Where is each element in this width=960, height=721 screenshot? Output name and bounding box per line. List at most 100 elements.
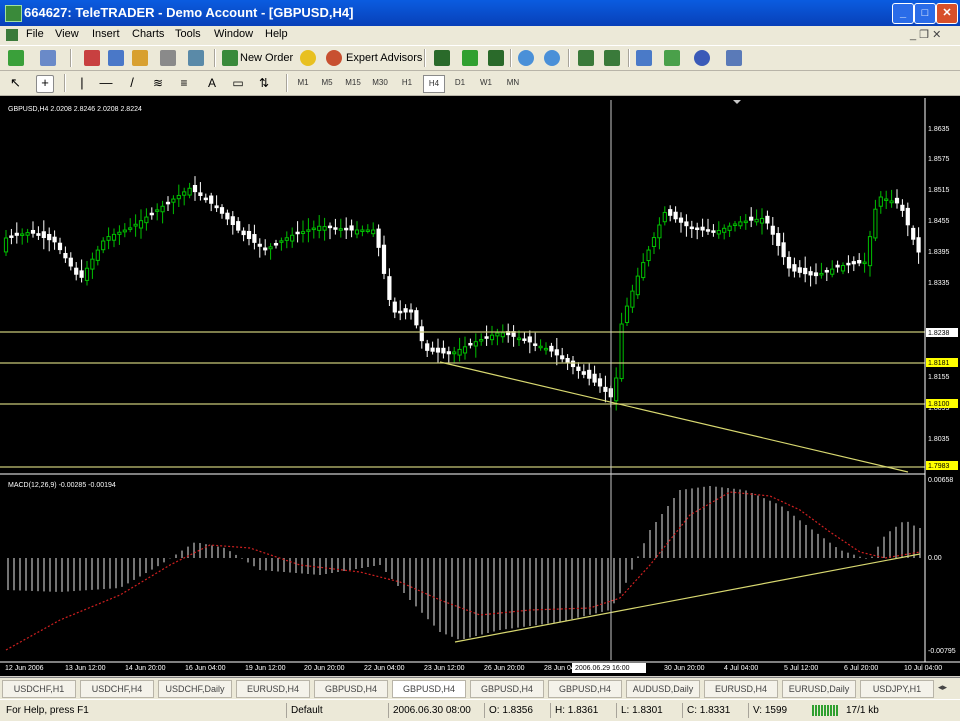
candle-body	[543, 347, 549, 351]
indicators-icon[interactable]	[664, 50, 680, 66]
expert-advisors-button[interactable]: Expert Advisors	[346, 52, 422, 64]
autoscroll-icon[interactable]	[636, 50, 652, 66]
candle-body	[182, 191, 187, 196]
candle-body	[705, 229, 711, 232]
candle-body	[743, 220, 748, 224]
cursor-icon[interactable]: ↖	[10, 75, 26, 91]
candle-body	[457, 348, 462, 356]
tab-gbpusd-h4-2[interactable]: GBPUSD,H4	[392, 680, 466, 698]
status-open: O: 1.8356	[484, 703, 533, 718]
zoom-out-icon[interactable]	[544, 50, 560, 66]
timeframe-h1[interactable]: H1	[398, 75, 416, 91]
timeframe-m30[interactable]: M30	[368, 75, 392, 91]
terminal-icon[interactable]	[160, 50, 176, 66]
macd-tick: -0.00795	[928, 648, 956, 655]
fibonacci-icon[interactable]: ≡	[176, 75, 192, 91]
tab-usdchf-daily[interactable]: USDCHF,Daily	[158, 680, 232, 698]
timeframe-m15[interactable]: M15	[342, 75, 364, 91]
candle-body	[576, 366, 581, 371]
candle-body	[527, 336, 532, 343]
trendline-icon[interactable]: /	[124, 75, 140, 91]
chart-shift-icon[interactable]	[604, 50, 620, 66]
candle-body	[867, 236, 873, 267]
menu-window[interactable]: Window	[214, 28, 253, 40]
tab-scroll-arrows[interactable]: ◂▸	[938, 682, 947, 693]
tab-eurusd-h4[interactable]: EURUSD,H4	[236, 680, 310, 698]
text-icon[interactable]: A	[204, 75, 220, 91]
menu-file[interactable]: File	[26, 28, 44, 40]
timeframe-w1[interactable]: W1	[476, 75, 496, 91]
candlestick-icon[interactable]	[462, 50, 478, 66]
tab-gbpusd-h4-3[interactable]: GBPUSD,H4	[470, 680, 544, 698]
new-order-icon[interactable]	[222, 50, 238, 66]
candle-body	[68, 257, 73, 267]
tab-usdjpy-h1[interactable]: USDJPY,H1	[860, 680, 934, 698]
candle-body	[430, 347, 435, 352]
tab-audusd-daily[interactable]: AUDUSD,Daily	[626, 680, 700, 698]
arrows-icon[interactable]: ⇅	[256, 75, 272, 91]
expert-advisors-icon[interactable]	[326, 50, 342, 66]
minimize-button[interactable]: _	[892, 3, 914, 24]
candle-body	[668, 209, 673, 216]
timeframe-m5[interactable]: M5	[318, 75, 336, 91]
tab-gbpusd-h4-4[interactable]: GBPUSD,H4	[548, 680, 622, 698]
crosshair-icon[interactable]: +	[36, 75, 54, 93]
timeframe-mn[interactable]: MN	[502, 75, 524, 91]
tab-usdchf-h1[interactable]: USDCHF,H1	[2, 680, 76, 698]
tab-eurusd-daily[interactable]: EURUSD,Daily	[782, 680, 856, 698]
candle-body	[533, 343, 538, 346]
periods-icon[interactable]	[694, 50, 710, 66]
new-order-button[interactable]: New Order	[240, 52, 293, 64]
date-tick: 19 Jun 12:00	[245, 665, 286, 672]
date-tick: 30 Jun 20:00	[664, 665, 705, 672]
line-chart-icon[interactable]	[488, 50, 504, 66]
menu-help[interactable]: Help	[265, 28, 288, 40]
mdi-window-controls[interactable]: _ ❐ ✕	[910, 28, 941, 41]
tab-usdchf-h4[interactable]: USDCHF,H4	[80, 680, 154, 698]
candle-body	[727, 225, 732, 231]
tab-eurusd-h4-2[interactable]: EURUSD,H4	[704, 680, 778, 698]
close-button[interactable]: ✕	[936, 3, 958, 24]
candle-body	[419, 326, 424, 342]
navigator-icon[interactable]	[108, 50, 124, 66]
date-tick: 5 Jul 12:00	[784, 665, 818, 672]
candle-body	[500, 332, 505, 338]
price-chart[interactable]: GBPUSD,H4 2.0208 2.8246 2.0208 2.8224 MA…	[0, 96, 960, 676]
date-tick: 26 Jun 20:00	[484, 665, 525, 672]
candle-body	[808, 271, 813, 276]
tester-icon[interactable]	[188, 50, 204, 66]
candle-body	[387, 276, 392, 300]
label-icon[interactable]: ▭	[230, 75, 246, 91]
menu-tools[interactable]: Tools	[175, 28, 201, 40]
candle-body	[711, 230, 716, 233]
menu-charts[interactable]: Charts	[132, 28, 164, 40]
timeframe-h4[interactable]: H4	[423, 75, 445, 93]
candle-body	[198, 192, 203, 196]
menu-view[interactable]: View	[55, 28, 79, 40]
horizontal-line-icon[interactable]: —	[98, 75, 114, 91]
metaeditor-icon[interactable]	[300, 50, 316, 66]
maximize-button[interactable]: □	[914, 3, 936, 24]
vertical-line-icon[interactable]: |	[74, 75, 90, 91]
tab-gbpusd-h4-1[interactable]: GBPUSD,H4	[314, 680, 388, 698]
templates-icon[interactable]	[726, 50, 742, 66]
candle-body	[646, 249, 651, 262]
bar-chart-icon[interactable]	[434, 50, 450, 66]
menu-insert[interactable]: Insert	[92, 28, 120, 40]
zoom-in-icon[interactable]	[518, 50, 534, 66]
candle-body	[203, 197, 208, 201]
chart-window[interactable]: GBPUSD,H4 2.0208 2.8246 2.0208 2.8224 MA…	[0, 96, 960, 676]
profiles-icon[interactable]	[40, 50, 56, 66]
candle-body	[349, 225, 354, 231]
channel-icon[interactable]: ≋	[150, 75, 166, 91]
new-chart-icon[interactable]	[8, 50, 24, 66]
candle-body	[41, 231, 46, 239]
timeframe-m1[interactable]: M1	[294, 75, 312, 91]
candle-body	[403, 308, 408, 313]
price-tick: 1.8035	[928, 436, 950, 443]
data-window-icon[interactable]	[132, 50, 148, 66]
timeframe-d1[interactable]: D1	[450, 75, 470, 91]
candle-body	[635, 275, 640, 296]
market-watch-icon[interactable]	[84, 50, 100, 66]
tile-windows-icon[interactable]	[578, 50, 594, 66]
